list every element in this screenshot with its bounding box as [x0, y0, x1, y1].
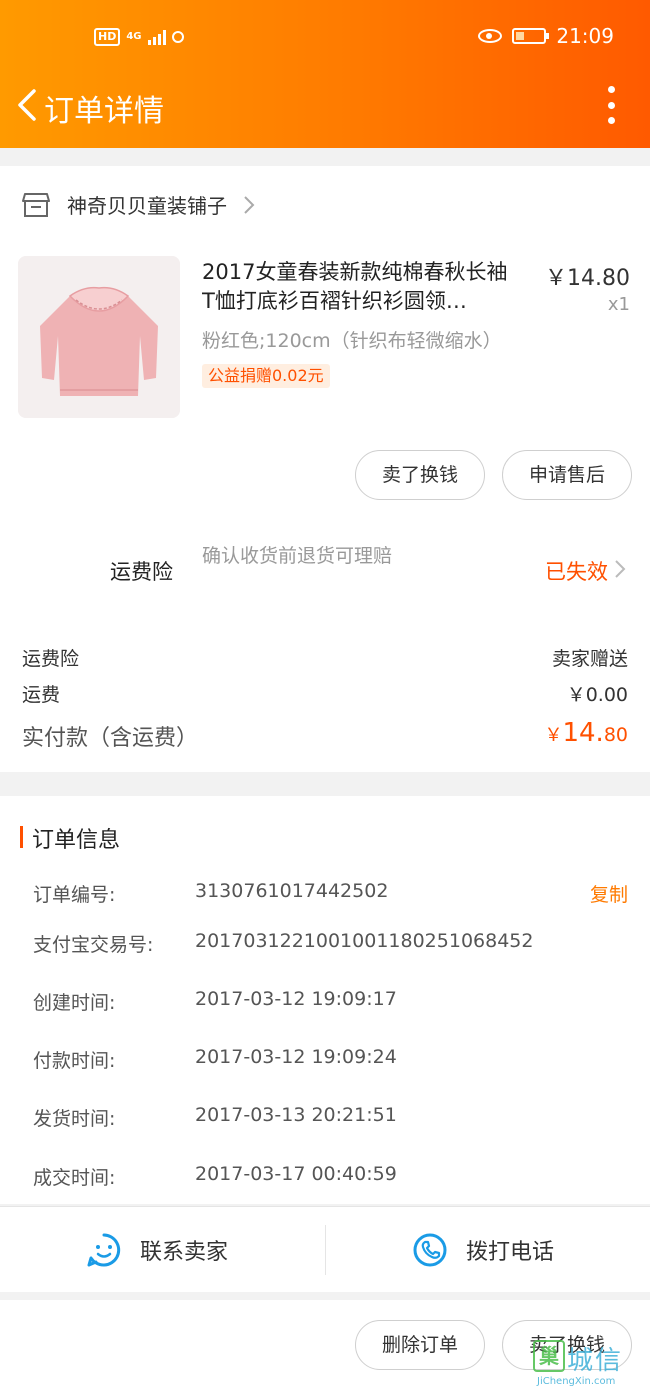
paid-currency: ￥: [544, 725, 563, 746]
product-price: ￥14.80: [545, 266, 630, 291]
contact-seller-label: 联系卖家: [140, 1240, 229, 1265]
more-menu-icon[interactable]: [608, 86, 616, 124]
pink-sweater-image: [18, 256, 180, 418]
status-time: 21:09: [556, 24, 614, 48]
watermark-icon: 巢: [533, 1340, 565, 1372]
chevron-right-icon: [244, 195, 255, 214]
call-phone-button[interactable]: 拨打电话: [412, 1207, 554, 1293]
sell-exchange-button[interactable]: 卖了换钱: [355, 450, 485, 500]
alipay-trade-value: 2017031221001001180251068452: [195, 930, 534, 952]
product-sku: 粉红色;120cm（针织布轻微缩水）: [202, 330, 502, 352]
completed-time-label: 成交时间:: [33, 1167, 116, 1189]
contact-bar: 联系卖家 拨打电话: [0, 1206, 650, 1292]
copy-button[interactable]: 复制: [590, 880, 628, 907]
summary-paid-amount: ￥14.80: [544, 718, 628, 748]
created-time-value: 2017-03-12 19:09:17: [195, 988, 397, 1010]
watermark-url: JiChengXin.com: [537, 1376, 616, 1387]
hd-badge: HD: [94, 28, 121, 46]
summary-shipping-label: 运费: [22, 684, 61, 706]
chat-smile-icon: [87, 1233, 121, 1267]
store-icon: [22, 192, 50, 217]
shop-row[interactable]: 神奇贝贝童装铺子: [22, 190, 255, 219]
status-right: 21:09: [478, 24, 614, 48]
shop-name: 神奇贝贝童装铺子: [67, 194, 227, 218]
chevron-right-icon[interactable]: [614, 559, 626, 579]
paid-decimal: 80: [603, 724, 628, 746]
shipping-insurance-description: 确认收货前退货可理赔: [202, 545, 393, 567]
shipped-time-label: 发货时间:: [33, 1108, 116, 1130]
status-left: HD 4G: [94, 28, 184, 46]
product-quantity: x1: [607, 294, 630, 315]
phone-icon: [413, 1233, 447, 1267]
shipping-insurance-label: 运费险: [110, 560, 173, 584]
section-accent-bar: [20, 826, 23, 848]
status-bar: HD 4G 21:09: [0, 18, 650, 58]
nav-bar: 订单详情: [0, 78, 650, 134]
back-arrow-icon[interactable]: [14, 88, 40, 122]
order-number-value: 3130761017442502: [195, 880, 389, 902]
order-card: 神奇贝贝童装铺子 2017女童春装新款纯棉春秋长袖T恤打底衫百褶针织衫圆领… ￥…: [0, 166, 650, 772]
alipay-trade-label: 支付宝交易号:: [33, 934, 154, 956]
order-info-card: 订单信息 订单编号: 3130761017442502 复制 支付宝交易号: 2…: [0, 796, 650, 1204]
contact-seller-button[interactable]: 联系卖家: [86, 1207, 228, 1293]
paid-integer: 14.: [562, 718, 604, 748]
paid-time-value: 2017-03-12 19:09:24: [195, 1046, 397, 1068]
summary-shipping-value: ￥0.00: [566, 684, 628, 706]
shipped-time-value: 2017-03-13 20:21:51: [195, 1104, 397, 1126]
summary-paid-label: 实付款（含运费）: [22, 726, 199, 751]
watermark-logo: 巢 城信 JiChengXin.com: [533, 1340, 650, 1390]
product-image[interactable]: [18, 256, 180, 418]
after-sale-button[interactable]: 申请售后: [502, 450, 632, 500]
summary-insurance-label: 运费险: [22, 648, 80, 670]
donation-badge: 公益捐赠0.02元: [202, 364, 330, 388]
notification-icon: [171, 31, 184, 43]
product-title[interactable]: 2017女童春装新款纯棉春秋长袖T恤打底衫百褶针织衫圆领…: [202, 258, 520, 316]
created-time-label: 创建时间:: [33, 992, 116, 1014]
network-type: 4G: [126, 31, 142, 42]
shipping-insurance-status[interactable]: 已失效: [545, 556, 608, 586]
call-phone-label: 拨打电话: [466, 1240, 555, 1265]
paid-time-label: 付款时间:: [33, 1050, 116, 1072]
completed-time-value: 2017-03-17 00:40:59: [195, 1163, 397, 1185]
page-title: 订单详情: [44, 94, 164, 129]
order-number-label: 订单编号:: [33, 884, 116, 906]
summary-insurance-value: 卖家赠送: [551, 648, 628, 670]
order-info-title: 订单信息: [32, 828, 121, 853]
watermark-name: 城信: [567, 1346, 624, 1376]
signal-icon: [147, 29, 166, 45]
delete-order-button[interactable]: 删除订单: [355, 1320, 485, 1370]
contact-divider: [325, 1225, 326, 1275]
eye-comfort-icon: [478, 29, 503, 43]
app-header: HD 4G 21:09 订单详情: [0, 0, 650, 148]
battery-icon: [512, 28, 550, 44]
